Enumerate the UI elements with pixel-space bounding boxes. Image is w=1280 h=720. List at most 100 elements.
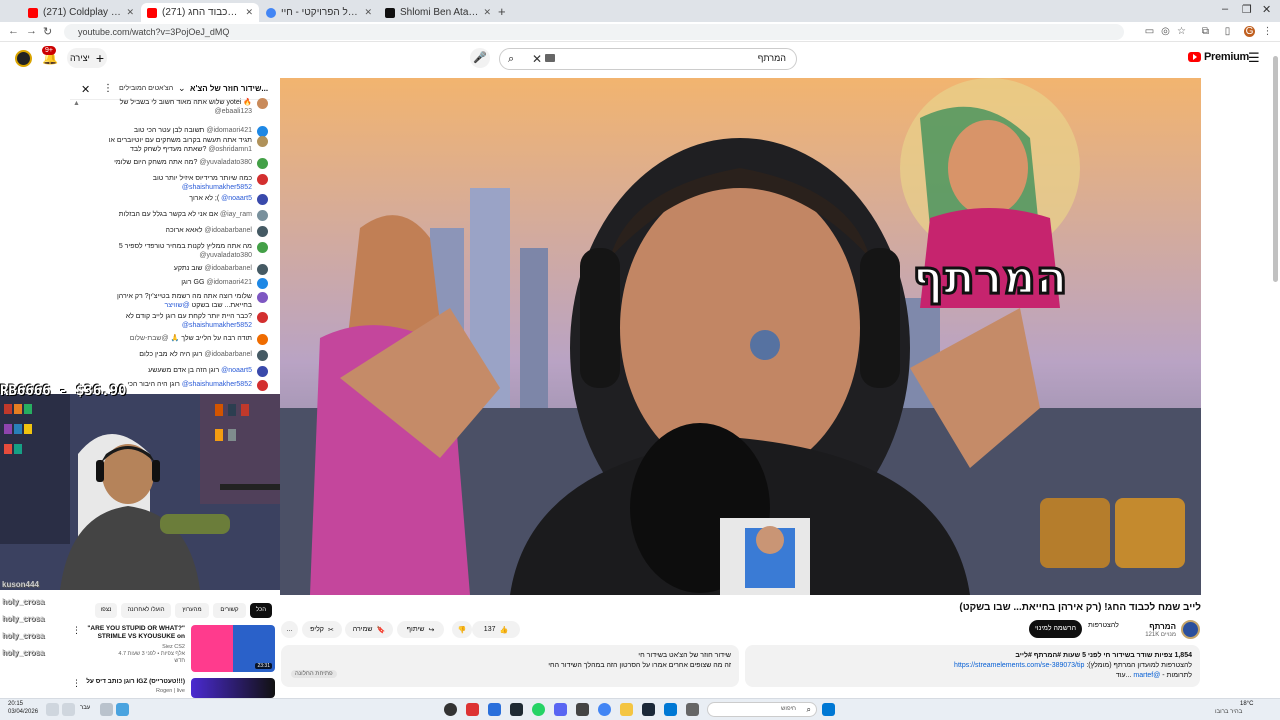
file-explorer-icon[interactable] xyxy=(620,703,633,716)
chat-avatar[interactable] xyxy=(257,350,268,361)
volume-icon[interactable] xyxy=(62,703,75,716)
network-icon[interactable] xyxy=(100,703,113,716)
search-input[interactable]: המרתף xyxy=(758,53,786,63)
more-vert-icon[interactable]: ⋮ xyxy=(72,625,81,636)
chip-from-channel[interactable]: מהערוץ xyxy=(175,603,209,618)
chip-all[interactable]: הכל xyxy=(250,603,272,618)
chat-avatar[interactable] xyxy=(257,264,268,275)
recommendation-title[interactable]: "ARE YOU STUPID OR WHAT?" STRIMLE VS KYO… xyxy=(75,625,185,641)
account-avatar[interactable] xyxy=(15,50,32,67)
windows-start-icon[interactable] xyxy=(822,703,835,716)
video-thumbnail[interactable]: 23:31 xyxy=(191,625,275,672)
reload-icon[interactable]: ↻ xyxy=(43,25,52,38)
browser-tab-3[interactable]: Shlomi Ben Atar (@המרתף) - TikT... ✕ xyxy=(379,3,497,22)
chip-recent[interactable]: הועלו לאחרונה xyxy=(121,603,171,618)
page-scrollbar[interactable] xyxy=(1273,56,1278,282)
cast-icon[interactable]: ▭ xyxy=(1144,26,1155,37)
input-language[interactable]: עבר xyxy=(80,705,90,711)
chrome-icon[interactable] xyxy=(598,703,611,716)
chat-author[interactable]: @oshridamn1 xyxy=(208,146,252,153)
browser-tab-2[interactable]: שלמי בן עטר וכל הפרויקטי - חיי... ✕ xyxy=(260,3,378,22)
clip-button[interactable]: קליפ ✂ xyxy=(302,621,342,638)
recommendation-channel[interactable]: Rogen | live xyxy=(75,688,185,695)
search-box[interactable]: ⌕ ✕ המרתף xyxy=(499,48,797,70)
bookmark-star-icon[interactable]: ☆ xyxy=(1176,26,1187,37)
more-vert-icon[interactable]: ⋮ xyxy=(103,83,113,94)
chat-avatar[interactable] xyxy=(257,334,268,345)
steam-icon[interactable] xyxy=(642,703,655,716)
chat-author[interactable]: @idoabarbanel xyxy=(204,351,252,358)
chat-avatar[interactable] xyxy=(257,366,268,377)
video-thumbnail[interactable] xyxy=(191,678,275,698)
recommendation-channel[interactable]: Siez CS2 xyxy=(75,644,185,651)
profile-icon[interactable]: G xyxy=(1244,26,1255,37)
back-icon[interactable]: ← xyxy=(8,25,19,37)
chat-author[interactable]: @idomaori421 xyxy=(206,279,252,286)
chat-avatar[interactable] xyxy=(257,136,268,147)
chat-author[interactable]: @שוויצר xyxy=(164,302,189,309)
onedrive-icon[interactable] xyxy=(116,703,129,716)
chat-author[interactable]: @idoabarbanel xyxy=(204,265,252,272)
show-more-link[interactable]: ...עוד xyxy=(1116,672,1132,679)
chat-author[interactable]: @ebaali123 xyxy=(215,108,252,115)
chat-avatar[interactable] xyxy=(257,292,268,303)
browser-menu-icon[interactable]: ⋮ xyxy=(1262,26,1273,37)
scroll-up-icon[interactable]: ▲ xyxy=(73,100,80,107)
chat-author[interactable]: @yuvaladato380 xyxy=(199,159,252,166)
video-player[interactable]: המרתף xyxy=(280,78,1201,595)
close-window-button[interactable]: ✕ xyxy=(1262,3,1271,16)
weather-temperature[interactable]: 18°C xyxy=(1240,701,1253,707)
join-button[interactable]: להצטרפות xyxy=(1088,622,1119,629)
youtube-premium-logo[interactable]: Premium xyxy=(1188,51,1249,63)
discord-icon[interactable] xyxy=(554,703,567,716)
chip-related[interactable]: קשורים xyxy=(213,603,246,618)
top-chat-label[interactable]: הצ'אטים המובילים xyxy=(119,85,173,92)
maximize-button[interactable]: ❐ xyxy=(1242,3,1252,16)
chat-avatar[interactable] xyxy=(257,174,268,185)
weather-description[interactable]: בהיר ברובו xyxy=(1215,709,1242,715)
app-icon[interactable] xyxy=(466,703,479,716)
share-button[interactable]: שיתוף ↪ xyxy=(397,621,444,638)
clock-date[interactable]: 03/04/2026 xyxy=(8,709,38,715)
channel-name[interactable]: המרתף xyxy=(1120,622,1176,631)
chat-avatar[interactable] xyxy=(257,210,268,221)
extensions-icon[interactable]: ⧉ xyxy=(1200,26,1211,37)
app-icon[interactable] xyxy=(664,703,677,716)
system-tray-icon[interactable] xyxy=(46,703,59,716)
whatsapp-icon[interactable] xyxy=(532,703,545,716)
chat-author[interactable]: @shaishumakher5852 xyxy=(182,184,252,191)
hamburger-icon[interactable]: ☰ xyxy=(1248,50,1260,66)
app-icon[interactable] xyxy=(488,703,501,716)
chat-avatar[interactable] xyxy=(257,194,268,205)
chat-avatar[interactable] xyxy=(257,158,268,169)
more-actions-button[interactable]: ... xyxy=(281,621,298,638)
browser-tab-0[interactable]: (271) Coldplay - Viva La Vida (O... ✕ xyxy=(22,3,140,22)
chat-avatar[interactable] xyxy=(257,380,268,391)
recommendation-item[interactable]: 23:31 "ARE YOU STUPID OR WHAT?" STRIMLE … xyxy=(72,625,275,675)
taskbar-search[interactable]: חיפוש ⌕ xyxy=(707,702,817,717)
browser-tab-1[interactable]: (271) לייב שמח לכבוד החג! (... ✕ xyxy=(141,3,259,22)
url-field[interactable]: youtube.com/watch?v=3PojOeJ_dMQ xyxy=(64,24,1124,40)
chat-author[interactable]: @שבת-שלום xyxy=(130,335,169,342)
recommendation-item[interactable]: רוגן כותב דיס על IGZ (טעטרייס!!!) Rogen … xyxy=(72,678,275,698)
chat-author[interactable]: @noaart5 xyxy=(221,195,252,202)
chat-author[interactable]: @noaart5 xyxy=(221,367,252,374)
search-icon[interactable]: ⌕ xyxy=(508,53,514,66)
terminal-icon[interactable] xyxy=(510,703,523,716)
sidepanel-icon[interactable]: ▯ xyxy=(1222,26,1233,37)
forward-icon[interactable]: → xyxy=(26,25,37,37)
close-tab-icon[interactable]: ✕ xyxy=(241,7,253,18)
channel-handle-link[interactable]: @martef xyxy=(1133,672,1160,679)
chat-author[interactable]: @idomaori421 xyxy=(206,127,252,134)
clear-search-icon[interactable]: ✕ xyxy=(532,52,542,66)
dislike-button[interactable]: 👎 xyxy=(452,621,472,638)
recommendation-title[interactable]: רוגן כותב דיס על IGZ (טעטרייס!!!) xyxy=(75,678,185,686)
minimize-button[interactable]: – xyxy=(1222,3,1228,15)
donation-link[interactable]: https://streamelements.com/se-389073/tip xyxy=(954,662,1084,669)
chat-avatar[interactable] xyxy=(257,226,268,237)
chevron-down-icon[interactable]: ⌄ xyxy=(178,83,186,94)
app-icon[interactable] xyxy=(686,703,699,716)
keyboard-icon[interactable] xyxy=(545,54,555,62)
more-vert-icon[interactable]: ⋮ xyxy=(72,678,81,689)
subscribe-button[interactable]: הרשמה למינוי xyxy=(1029,620,1082,638)
